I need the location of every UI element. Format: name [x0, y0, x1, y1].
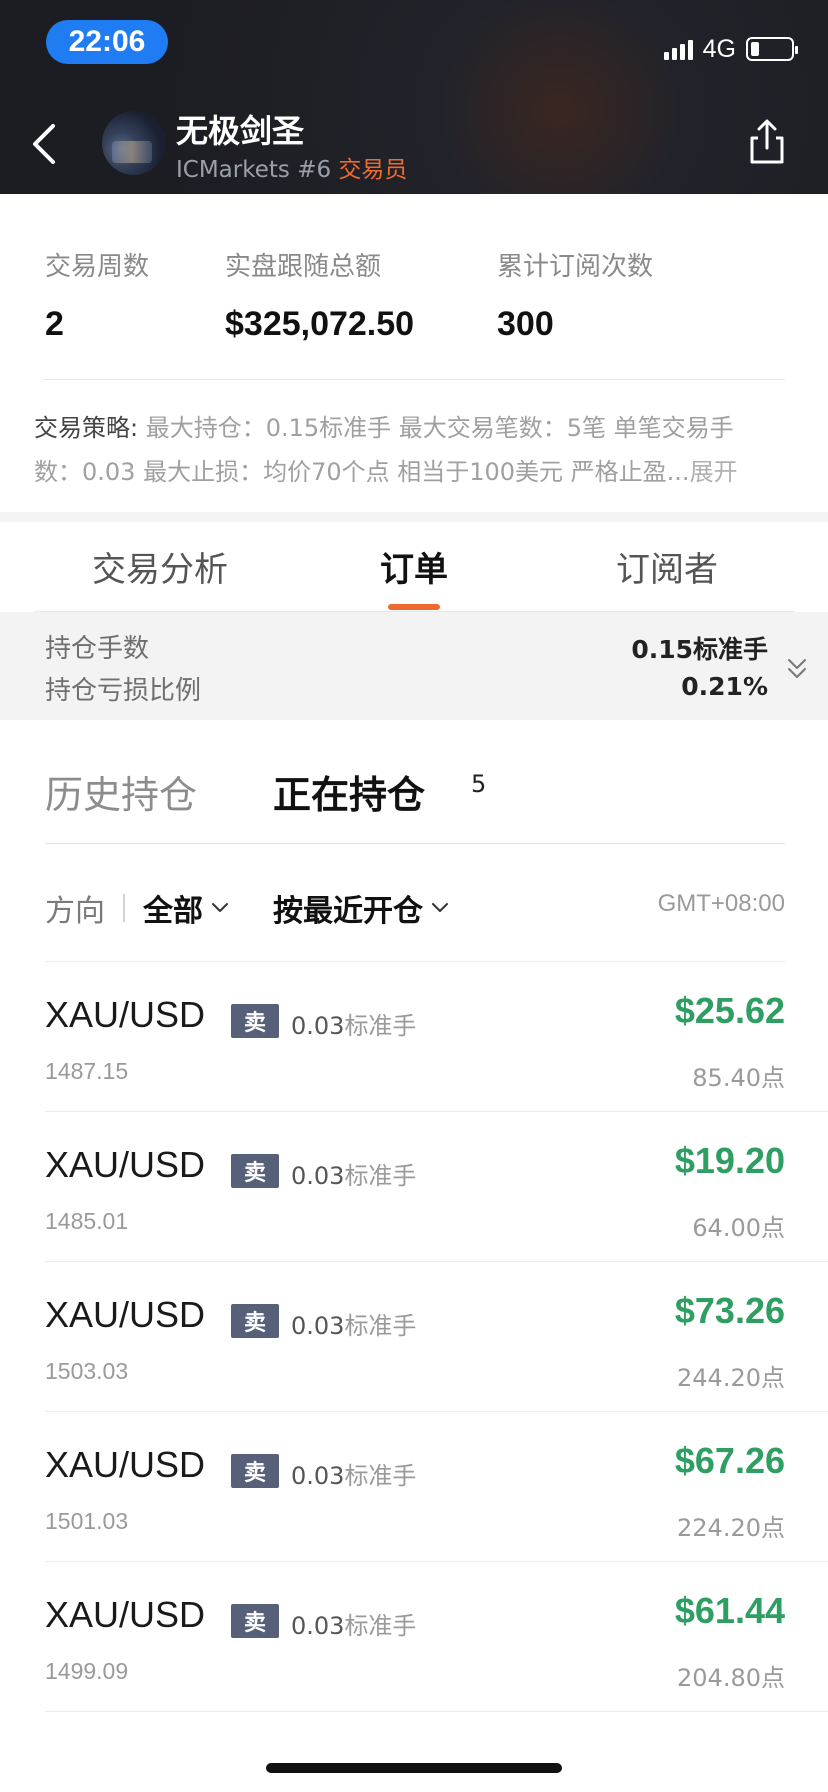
- lot-size: 0.03标准手: [291, 1612, 417, 1640]
- side-badge: 卖: [231, 1304, 279, 1338]
- profit-points: 64.00点: [692, 1214, 785, 1242]
- timezone-label: GMT+08:00: [657, 890, 785, 917]
- lot-size: 0.03标准手: [291, 1162, 417, 1190]
- position-summary[interactable]: 持仓手数 0.15标准手 持仓亏损比例 0.21%: [0, 612, 828, 720]
- chevron-left-icon: [33, 124, 55, 164]
- divider: [43, 379, 785, 380]
- open-price: 1503.03: [45, 1358, 129, 1384]
- position-row[interactable]: XAU/USD 卖 0.03标准手 1499.09 $61.44 204.80点: [45, 1562, 828, 1712]
- trader-subtitle: ICMarkets #6 交易员: [176, 150, 407, 184]
- trader-avatar[interactable]: [102, 111, 166, 175]
- divider: [123, 894, 125, 922]
- open-price: 1499.09: [45, 1658, 129, 1684]
- broker-account: ICMarkets #6: [176, 157, 332, 183]
- profit-points: 85.40点: [692, 1064, 785, 1092]
- symbol: XAU/USD: [45, 1594, 206, 1635]
- position-row[interactable]: XAU/USD 卖 0.03标准手 1485.01 $19.20 64.00点: [45, 1112, 828, 1262]
- side-badge: 卖: [231, 1004, 279, 1038]
- share-button[interactable]: [746, 118, 788, 166]
- open-price: 1485.01: [45, 1208, 129, 1234]
- open-price: 1487.15: [45, 1058, 129, 1084]
- tab-history-positions[interactable]: 历史持仓: [45, 764, 197, 819]
- stat-label: 实盘跟随总额: [225, 252, 382, 282]
- tab-subscribers[interactable]: 订阅者: [616, 542, 718, 591]
- strategy-line-1: 最大持仓：0.15标准手 最大交易笔数：5笔 单笔交易手: [138, 414, 734, 442]
- symbol: XAU/USD: [45, 1144, 206, 1185]
- side-badge: 卖: [231, 1604, 279, 1638]
- position-row[interactable]: XAU/USD 卖 0.03标准手 1503.03 $73.26 244.20点: [45, 1262, 828, 1412]
- active-tab-indicator: [388, 604, 440, 610]
- profit-points: 224.20点: [677, 1514, 785, 1542]
- tab-trade-analysis[interactable]: 交易分析: [92, 542, 228, 591]
- sort-value: 按最近开仓: [273, 894, 423, 929]
- strategy-line-2: 数：0.03 最大止损：均价70个点 相当于100美元 严格止盈...: [34, 458, 690, 486]
- double-chevron-down-icon[interactable]: [786, 656, 808, 682]
- tab-open-positions[interactable]: 正在持仓: [273, 764, 425, 819]
- side-badge: 卖: [231, 1454, 279, 1488]
- lot-size: 0.03标准手: [291, 1012, 417, 1040]
- lot-size: 0.03标准手: [291, 1312, 417, 1340]
- share-icon: [750, 119, 784, 164]
- loss-ratio-label: 持仓亏损比例: [45, 676, 202, 706]
- profit-amount: $73.26: [674, 1290, 785, 1331]
- profit-points: 244.20点: [677, 1364, 785, 1392]
- direction-filter[interactable]: 方向 全部: [45, 886, 229, 930]
- open-positions-list: XAU/USD 卖 0.03标准手 1487.15 $25.62 85.40点 …: [0, 962, 828, 1712]
- expand-strategy-link[interactable]: 展开: [690, 458, 738, 486]
- tab-orders[interactable]: 订单: [380, 542, 448, 591]
- lot-size: 0.03标准手: [291, 1462, 417, 1490]
- symbol: XAU/USD: [45, 994, 206, 1035]
- direction-value: 全部: [143, 894, 203, 929]
- side-badge: 卖: [231, 1154, 279, 1188]
- stat-value: 300: [497, 305, 554, 343]
- trader-role: 交易员: [338, 157, 408, 183]
- signal-icon: [663, 38, 693, 60]
- stat-follow-amount: 实盘跟随总额 $325,072.50: [225, 246, 414, 344]
- position-row[interactable]: XAU/USD 卖 0.03标准手 1487.15 $25.62 85.40点: [45, 962, 828, 1112]
- back-button[interactable]: [24, 116, 64, 172]
- lots-label: 持仓手数: [45, 634, 150, 664]
- profit-points: 204.80点: [677, 1664, 785, 1692]
- profit-amount: $25.62: [674, 990, 785, 1031]
- trader-name: 无极剑圣: [176, 112, 305, 150]
- stat-subscriptions: 累计订阅次数 300: [497, 246, 653, 344]
- loss-ratio-value: 0.21%: [681, 672, 768, 701]
- lots-value: 0.15标准手: [631, 635, 768, 664]
- status-indicators: 4G: [663, 34, 798, 64]
- stat-value: 2: [45, 305, 64, 343]
- stat-label: 交易周数: [45, 252, 150, 282]
- filter-bar: 方向 全部 按最近开仓 GMT+08:00: [45, 844, 785, 962]
- position-tabs: 历史持仓 正在持仓 5: [45, 740, 785, 844]
- open-positions-count: 5: [471, 770, 487, 798]
- stat-label: 累计订阅次数: [497, 252, 654, 282]
- stat-weeks: 交易周数 2: [45, 246, 149, 344]
- sort-filter[interactable]: 按最近开仓: [273, 886, 449, 930]
- profit-amount: $19.20: [674, 1140, 785, 1181]
- trader-header: 22:06 4G 无极剑圣 ICMarkets #6 交易员: [0, 0, 828, 194]
- profit-amount: $61.44: [674, 1590, 785, 1631]
- symbol: XAU/USD: [45, 1294, 206, 1335]
- main-tabs: 交易分析 订单 订阅者: [34, 522, 794, 612]
- profit-amount: $67.26: [674, 1440, 785, 1481]
- stat-value: $325,072.50: [225, 305, 415, 343]
- status-time: 22:06: [46, 20, 168, 64]
- direction-label: 方向: [45, 894, 105, 929]
- chevron-down-icon: [212, 903, 228, 912]
- position-row[interactable]: XAU/USD 卖 0.03标准手 1501.03 $67.26 224.20点: [45, 1412, 828, 1562]
- trading-strategy: 交易策略: 最大持仓：0.15标准手 最大交易笔数：5笔 单笔交易手 数：0.0…: [34, 406, 800, 494]
- home-indicator[interactable]: [266, 1763, 562, 1773]
- network-type: 4G: [702, 34, 736, 63]
- chevron-down-icon: [432, 903, 448, 912]
- open-price: 1501.03: [45, 1508, 129, 1534]
- symbol: XAU/USD: [45, 1444, 206, 1485]
- battery-icon: [746, 37, 798, 61]
- section-gap: [0, 512, 828, 522]
- strategy-key: 交易策略:: [34, 414, 139, 442]
